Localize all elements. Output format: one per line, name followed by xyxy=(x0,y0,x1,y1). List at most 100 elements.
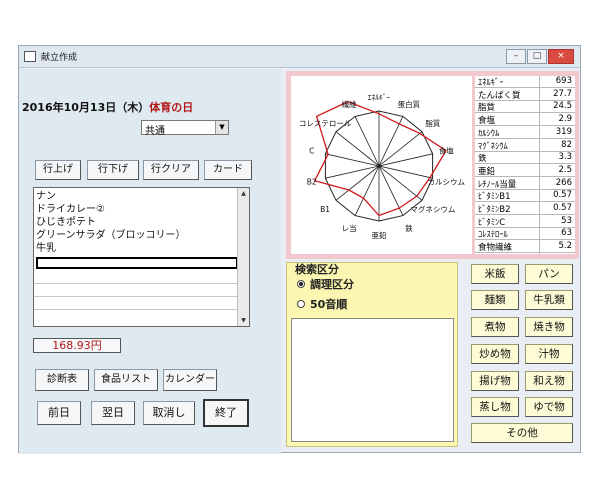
diagnosis-button[interactable]: 診断表 xyxy=(35,369,89,391)
menu-type-value: 共通 xyxy=(145,126,165,137)
radar-axis-label: 食塩 xyxy=(439,146,454,156)
search-panel: 検索区分 調理区分 50音順 xyxy=(286,262,458,447)
nutrient-value: 24.5 xyxy=(553,101,572,112)
radar-axis-label: 繊維 xyxy=(342,99,357,109)
list-item[interactable]: ひじきポテト xyxy=(36,216,96,229)
radar-axis-label: C xyxy=(309,147,314,156)
left-pane: 2016年10月13日（木）体育の日 共通 ▼ 行上げ 行下げ 行クリア カード… xyxy=(19,69,281,454)
category-button-grilled[interactable]: 焼き物 xyxy=(525,317,573,337)
nutrient-name: 亜鉛 xyxy=(478,166,496,177)
menu-type-select[interactable]: 共通 ▼ xyxy=(141,120,229,137)
nutrient-name: 鉄 xyxy=(478,154,487,165)
nutrient-name: 脂質 xyxy=(478,103,496,114)
category-button-dressed[interactable]: 和え物 xyxy=(525,371,573,391)
radar-axis-label: 蛋白質 xyxy=(398,99,421,109)
nutrition-panel: ｴﾈﾙｷﾞｰ 蛋白質 脂質 食塩 カルシウム マグネシウム鉄亜鉛 レ当 B1 B2 C コレステロー… xyxy=(286,71,579,259)
row-divider xyxy=(34,283,239,284)
radar-axis-label: カルシウム xyxy=(428,177,466,186)
nutrient-name: ｺﾚｽﾃﾛｰﾙ xyxy=(478,230,508,241)
row-clear-button[interactable]: 行クリア xyxy=(143,160,199,180)
row-divider xyxy=(34,309,239,310)
nutrient-value: 63 xyxy=(561,228,572,239)
radio-selected-icon[interactable] xyxy=(297,280,305,288)
price-display: 168.93円 xyxy=(33,338,121,353)
nutrient-value: 0.57 xyxy=(553,190,572,201)
search-results-list[interactable] xyxy=(291,318,454,442)
radar-axis-label: B1 xyxy=(320,205,330,214)
category-button-boiled[interactable]: ゆで物 xyxy=(525,397,573,417)
holiday-label: 体育の日 xyxy=(149,101,194,114)
category-button-bread[interactable]: パン xyxy=(525,264,573,284)
category-button-simmered[interactable]: 煮物 xyxy=(471,317,519,337)
main-window: 献立作成 – □ × 2016年10月13日（木）体育の日 共通 ▼ 行上げ 行… xyxy=(18,45,581,454)
cancel-button[interactable]: 取消し xyxy=(143,401,195,425)
card-button[interactable]: カード xyxy=(204,160,252,180)
list-item[interactable]: ナン xyxy=(36,190,56,203)
nutrient-row: ﾋﾞﾀﾐﾝB2 0.57 xyxy=(475,203,575,215)
list-item-selected-empty[interactable] xyxy=(36,257,238,269)
nutrient-value: 319 xyxy=(555,126,572,137)
minimize-button[interactable]: – xyxy=(506,49,526,64)
radar-axis-label: 亜鉛 xyxy=(372,230,387,240)
radar-spoke xyxy=(354,116,380,167)
calendar-button[interactable]: カレンダー xyxy=(163,369,217,391)
list-scrollbar[interactable]: ▲ ▼ xyxy=(237,188,249,326)
radio-label: 調理区分 xyxy=(310,278,354,291)
row-up-button[interactable]: 行上げ xyxy=(35,160,81,180)
radio-label: 50音順 xyxy=(310,298,348,311)
radio-unselected-icon[interactable] xyxy=(297,300,305,308)
list-item[interactable]: ドライカレー② xyxy=(36,203,105,216)
maximize-button[interactable]: □ xyxy=(527,49,547,64)
nutrient-value: 53 xyxy=(561,215,572,226)
nutrient-row: ｶﾙｼｳﾑ 319 xyxy=(475,127,575,139)
search-label: 検索区分 xyxy=(295,263,339,276)
category-button-rice[interactable]: 米飯 xyxy=(471,264,519,284)
nutrient-row: ﾋﾞﾀﾐﾝC 53 xyxy=(475,216,575,228)
app-icon xyxy=(24,51,36,62)
nutrient-row: 亜鉛 2.5 xyxy=(475,165,575,177)
category-button-dairy[interactable]: 牛乳類 xyxy=(525,290,573,310)
nutrient-row: 脂質 24.5 xyxy=(475,101,575,114)
radar-axis-label: ｴﾈﾙｷﾞｰ xyxy=(368,93,391,102)
nutrient-row: たんぱく質 27.7 xyxy=(475,89,575,101)
category-button-stir-fried[interactable]: 炒め物 xyxy=(471,344,519,364)
radio-cooking-category[interactable]: 調理区分 xyxy=(297,276,354,292)
nutrient-name: ﾋﾞﾀﾐﾝC xyxy=(478,217,506,228)
nutrient-row: ｺﾚｽﾃﾛｰﾙ 63 xyxy=(475,228,575,241)
radar-spoke xyxy=(354,165,380,216)
radar-axis-label: レ当 xyxy=(342,223,357,233)
nutrient-row: ｴﾈﾙｷﾞｰ 693 xyxy=(475,76,575,88)
nutrient-value: 693 xyxy=(555,76,572,86)
nutrient-name: ﾋﾞﾀﾐﾝB2 xyxy=(478,205,511,215)
food-list-button[interactable]: 食品リスト xyxy=(94,369,158,391)
radar-axis-label: 脂質 xyxy=(425,118,440,128)
next-day-button[interactable]: 翌日 xyxy=(91,401,135,425)
category-button-other[interactable]: その他 xyxy=(471,423,573,443)
exit-button[interactable]: 終了 xyxy=(203,399,249,427)
nutrient-name: 食物繊維 xyxy=(478,243,513,254)
row-down-button[interactable]: 行下げ xyxy=(87,160,139,180)
row-divider xyxy=(34,296,239,297)
nutrient-value: 82 xyxy=(561,139,572,150)
list-item[interactable]: 牛乳 xyxy=(36,242,56,255)
chevron-down-icon[interactable]: ▼ xyxy=(215,121,228,134)
nutrient-table: ｴﾈﾙｷﾞｰ 693 たんぱく質 27.7 脂質 24.5 食塩 2.9 ｶﾙｼｳﾑ 319 ﾏｸﾞ… xyxy=(475,76,575,254)
scroll-up-icon[interactable]: ▲ xyxy=(238,188,249,199)
radar-axis-label: 鉄 xyxy=(405,223,413,233)
prev-day-button[interactable]: 前日 xyxy=(37,401,81,425)
scroll-down-icon[interactable]: ▼ xyxy=(238,315,249,326)
category-button-noodles[interactable]: 麺類 xyxy=(471,290,519,310)
close-button[interactable]: × xyxy=(548,49,574,64)
nutrient-row: 食物繊維 5.2 xyxy=(475,241,575,254)
nutrient-name: ﾚﾁﾉｰﾙ当量 xyxy=(478,179,517,190)
nutrient-name: ﾋﾞﾀﾐﾝB1 xyxy=(478,192,511,203)
list-item[interactable]: グリーンサラダ（ブロッコリー） xyxy=(36,229,186,242)
nutrient-name: ｶﾙｼｳﾑ xyxy=(478,128,500,139)
nutrient-value: 266 xyxy=(555,177,572,188)
category-button-steamed[interactable]: 蒸し物 xyxy=(471,397,519,417)
category-button-soup[interactable]: 汁物 xyxy=(525,344,573,364)
radio-kana-order[interactable]: 50音順 xyxy=(297,296,347,312)
menu-list[interactable]: ナン ドライカレー② ひじきポテト グリーンサラダ（ブロッコリー） 牛乳 ▲ ▼ xyxy=(33,187,250,327)
category-button-deep-fried[interactable]: 揚げ物 xyxy=(471,371,519,391)
nutrient-value: 5.2 xyxy=(558,241,572,252)
